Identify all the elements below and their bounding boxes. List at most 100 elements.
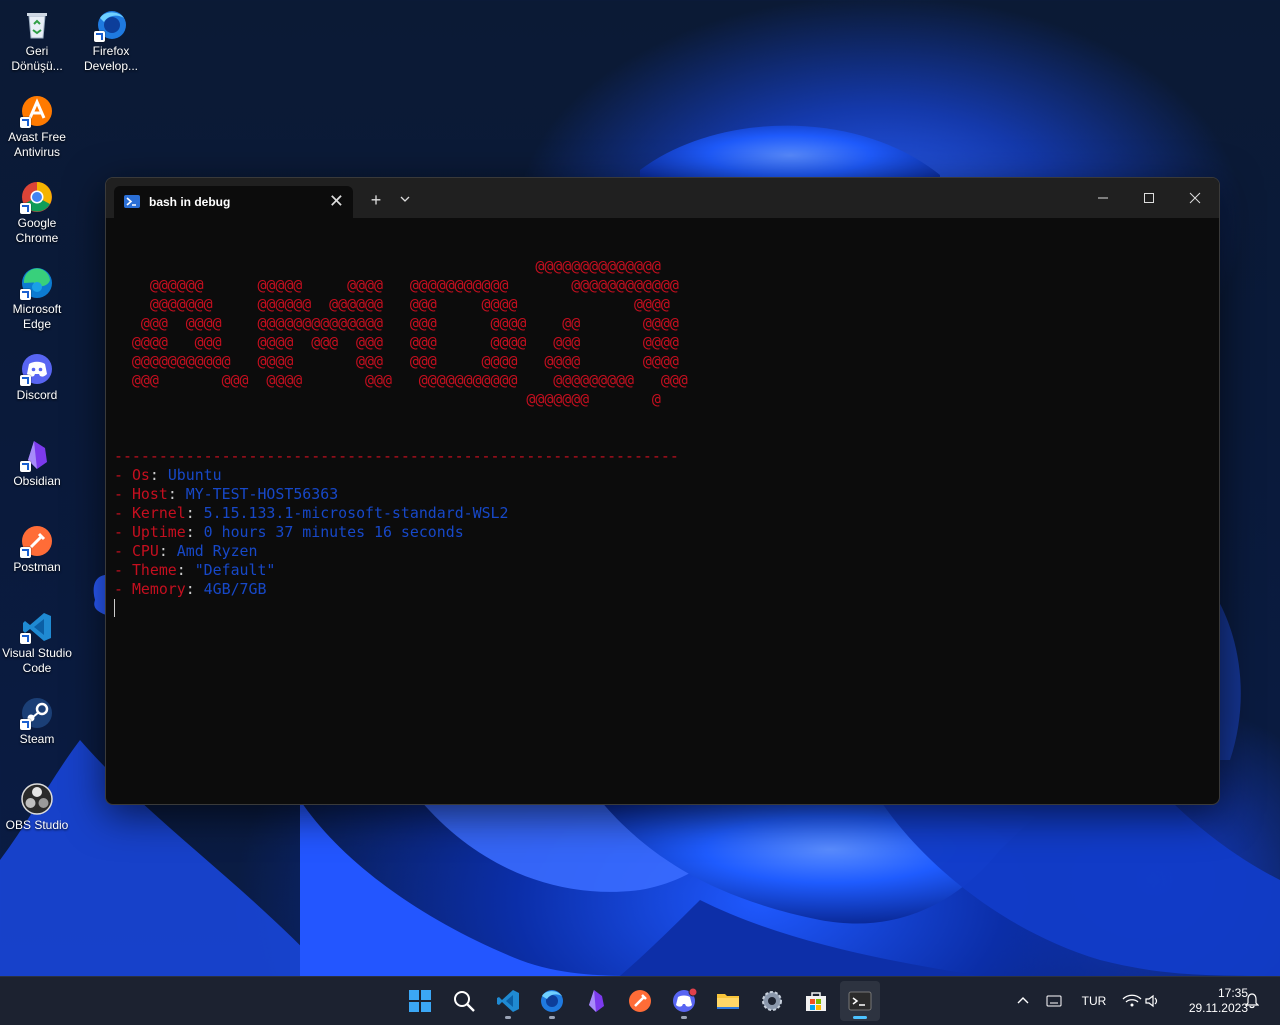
desktop-icon-obsidian[interactable]: Obsidian — [0, 432, 74, 489]
close-icon — [1189, 192, 1201, 204]
terminal-window[interactable]: bash in debug ✕ + @@@@@@@@@@@@@@ @@@@@@ … — [105, 177, 1220, 805]
firefox-developer-icon — [541, 990, 563, 1012]
shortcut-arrow-icon — [20, 289, 31, 300]
taskbar-app-firefox-developer[interactable] — [532, 981, 572, 1021]
desktop-icon-label: Visual Studio Code — [2, 646, 72, 675]
desktop-icon-steam[interactable]: Steam — [0, 690, 74, 747]
running-indicator — [853, 1016, 867, 1019]
taskbar-app-terminal[interactable] — [840, 981, 880, 1021]
minimize-button[interactable] — [1081, 184, 1125, 212]
running-indicator — [681, 1016, 687, 1019]
desktop-icon-postman[interactable]: Postman — [0, 518, 74, 575]
keyboard-icon — [1046, 995, 1062, 1007]
info-value: MY-TEST-HOST56363 — [185, 485, 339, 503]
desktop-icon-label: Firefox Develop... — [83, 44, 139, 73]
logo-line: @@@@@@@@@@@ @@@@ @@@ @@@ @@@@ @@@@ @@@@ — [114, 352, 679, 370]
logo-line: @@@@ @@@ @@@@ @@@ @@@ @@@ @@@@ @@@ @@@@ — [114, 333, 679, 351]
desktop-icon-label: Steam — [19, 732, 55, 746]
touch-keyboard-button[interactable] — [1042, 977, 1066, 1025]
desktop-icon-vscode[interactable]: Visual Studio Code — [0, 604, 74, 676]
file-explorer-icon — [717, 994, 739, 1009]
info-row-host: - Host: MY-TEST-HOST56363 — [114, 485, 339, 503]
shortcut-arrow-icon — [20, 375, 31, 386]
notifications-button[interactable] — [1242, 977, 1262, 1025]
shortcut-arrow-icon — [20, 203, 31, 214]
taskbar-app-postman[interactable] — [620, 981, 660, 1021]
discord-icon — [20, 352, 54, 386]
info-key: CPU — [131, 542, 159, 560]
shortcut-arrow-icon — [20, 461, 31, 472]
tab-close-icon[interactable]: ✕ — [329, 191, 344, 212]
start-icon — [409, 990, 431, 1012]
taskbar-app-microsoft-store[interactable] — [796, 981, 836, 1021]
language-indicator[interactable]: TUR — [1074, 977, 1114, 1025]
taskbar-app-discord[interactable] — [664, 981, 704, 1021]
obsidian-icon — [589, 990, 604, 1012]
edge-icon — [20, 266, 54, 300]
taskbar: TUR 17:35 29.11.2023 — [0, 976, 1280, 1025]
desktop-icon-discord[interactable]: Discord — [0, 346, 74, 403]
firefox-developer-icon — [94, 8, 128, 42]
taskbar-app-vscode[interactable] — [488, 981, 528, 1021]
tab-bash-in-debug[interactable]: bash in debug ✕ — [114, 186, 353, 218]
info-key: Os — [131, 466, 150, 484]
settings-icon — [762, 991, 782, 1011]
info-row-theme: - Theme: "Default" — [114, 561, 276, 579]
minimize-icon — [1098, 197, 1108, 199]
tab-title: bash in debug — [149, 195, 231, 209]
search-button[interactable] — [444, 981, 484, 1021]
close-button[interactable] — [1173, 184, 1217, 212]
terminal-output[interactable]: @@@@@@@@@@@@@@ @@@@@@ @@@@@ @@@@ @@@@@@@… — [114, 238, 1211, 804]
obsidian-icon — [20, 438, 54, 472]
separator-line: ----------------------------------------… — [114, 447, 679, 465]
text-cursor — [114, 599, 115, 617]
desktop-icon-chrome[interactable]: Google Chrome — [0, 174, 74, 246]
desktop-icon-recycle-bin[interactable]: Geri Dönüşü... — [0, 2, 74, 74]
vscode-icon — [20, 610, 54, 644]
desktop-icon-firefox-developer[interactable]: Firefox Develop... — [74, 2, 148, 74]
info-value: 0 hours 37 minutes 16 seconds — [203, 523, 464, 541]
taskbar-app-file-explorer[interactable] — [708, 981, 748, 1021]
search-icon — [454, 991, 475, 1012]
logo-line: @@@ @@@@ @@@@@@@@@@@@@@ @@@ @@@@ @@ @@@@ — [114, 314, 679, 332]
maximize-button[interactable] — [1127, 184, 1171, 212]
bell-icon — [1245, 993, 1259, 1009]
start-button[interactable] — [400, 981, 440, 1021]
desktop-icon-avast[interactable]: Avast Free Antivirus — [0, 88, 74, 160]
avast-icon — [20, 94, 54, 128]
maximize-icon — [1144, 193, 1154, 203]
taskbar-app-settings[interactable] — [752, 981, 792, 1021]
desktop-icon-obs[interactable]: OBS Studio — [0, 776, 74, 833]
time: 17:35 — [1217, 986, 1248, 1000]
running-indicator — [549, 1016, 555, 1019]
info-key: Host — [131, 485, 168, 503]
info-row-cpu: - CPU: Amd Ryzen — [114, 542, 258, 560]
desktop-icon-label: Discord — [16, 388, 58, 402]
info-row-uptime: - Uptime: 0 hours 37 minutes 16 seconds — [114, 523, 464, 541]
info-value: Amd Ryzen — [176, 542, 258, 560]
info-row-kernel: - Kernel: 5.15.133.1-microsoft-standard-… — [114, 504, 509, 522]
prompt-line[interactable] — [114, 599, 1211, 618]
discord-icon — [673, 988, 697, 1012]
info-value: Ubuntu — [167, 466, 222, 484]
desktop-icon-edge[interactable]: Microsoft Edge — [0, 260, 74, 332]
title-bar[interactable]: bash in debug ✕ + — [106, 178, 1219, 218]
info-value: 4GB/7GB — [203, 580, 267, 598]
new-tab-button[interactable]: + — [364, 186, 388, 214]
info-key: Kernel — [131, 504, 186, 522]
shortcut-arrow-icon — [20, 117, 31, 128]
taskbar-app-obsidian[interactable] — [576, 981, 616, 1021]
show-hidden-icons-button[interactable] — [1012, 977, 1034, 1025]
logo-line: @@@ @@@ @@@@ @@@ @@@@@@@@@@@ @@@@@@@@@ @… — [114, 371, 688, 389]
desktop-icon-label: Geri Dönüşü... — [11, 44, 63, 73]
info-value: 5.15.133.1-microsoft-standard-WSL2 — [203, 504, 509, 522]
running-indicator — [505, 1016, 511, 1019]
logo-line: @@@@@@@@@@@@@@ — [114, 257, 661, 275]
tab-dropdown-button[interactable] — [395, 186, 415, 214]
clock[interactable]: 17:35 29.11.2023 — [1170, 986, 1248, 1016]
wifi-volume-icon — [1122, 994, 1158, 1008]
info-key: Theme — [131, 561, 177, 579]
info-row-memory: - Memory: 4GB/7GB — [114, 580, 267, 598]
obs-icon — [20, 782, 54, 816]
network-volume-button[interactable] — [1118, 977, 1164, 1025]
